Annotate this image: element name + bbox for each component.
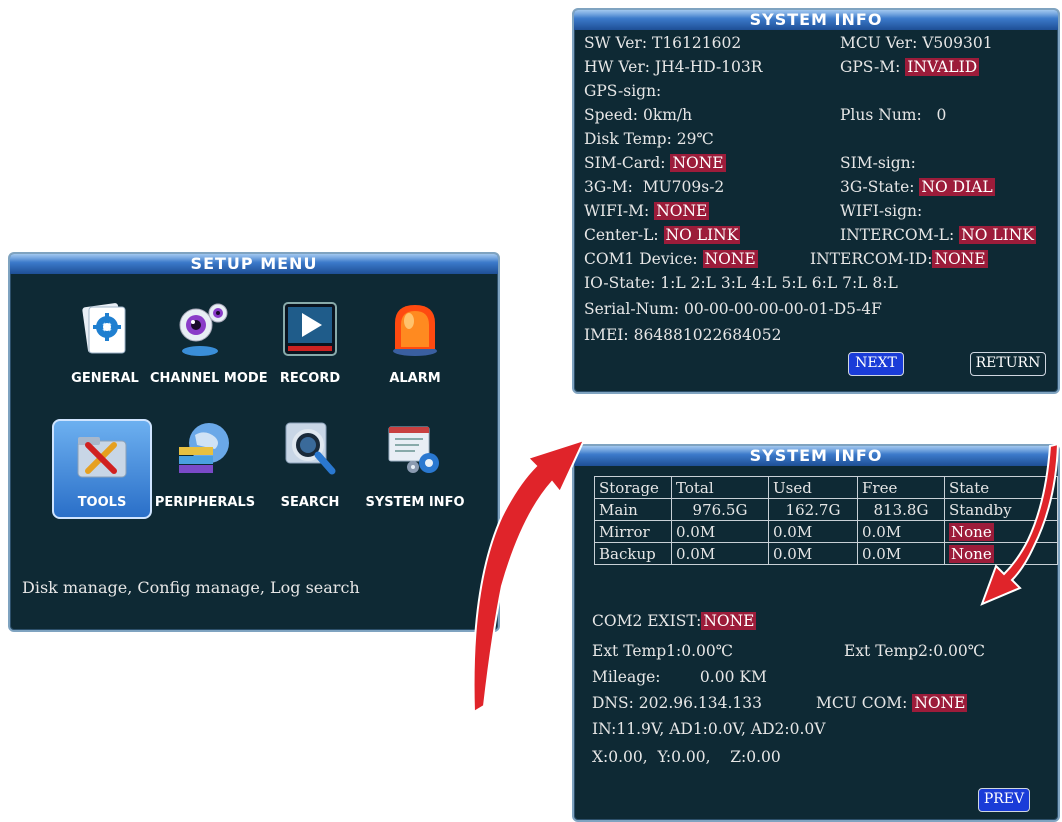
cell-free: 813.8G — [857, 498, 945, 521]
setup-menu-panel: SETUP MENU GENERAL CHANNEL MODE RECORD A… — [8, 252, 500, 632]
alarm-siren-icon — [393, 305, 437, 356]
menu-label-system-info: SYSTEM INFO — [365, 495, 465, 510]
menu-item-general[interactable]: GENERAL — [50, 299, 160, 399]
arrow-to-system-info — [472, 438, 586, 714]
system-info-icon — [388, 426, 439, 473]
cell-total: 0.0M — [671, 542, 769, 565]
mcu-com: MCU COM: NONE — [816, 694, 968, 712]
3g-state: 3G-State: NO DIAL — [840, 178, 995, 196]
cell-total: 0.0M — [671, 520, 769, 543]
wifi-module: WIFI-M: NONE — [584, 202, 710, 220]
sim-signal: SIM-sign: — [840, 154, 916, 172]
mileage: Mileage: 0.00 KM — [592, 668, 767, 686]
cell-free: 0.0M — [857, 520, 945, 543]
menu-label-record: RECORD — [279, 371, 341, 386]
com1-device-status: NONE — [702, 250, 758, 268]
cell-storage: Mirror — [594, 520, 672, 543]
setup-menu-title: SETUP MENU — [10, 254, 498, 274]
gps-signal: GPS-sign: — [584, 82, 662, 100]
plus-num: Plus Num: 0 — [840, 106, 947, 124]
menu-item-tools[interactable]: TOOLS — [52, 419, 152, 519]
general-settings-icon — [82, 303, 126, 354]
gps-module-label: GPS-M: — [840, 58, 906, 76]
mcu-com-label: MCU COM: — [816, 694, 913, 712]
wifi-module-status: NONE — [654, 202, 710, 220]
mcu-version: MCU Ver: V509301 — [840, 34, 993, 52]
intercom-id: INTERCOM-ID: NONE — [810, 250, 988, 268]
header-used: Used — [768, 476, 858, 499]
header-storage: Storage — [594, 476, 672, 499]
voltages: IN:11.9V, AD1:0.0V, AD2:0.0V — [592, 720, 826, 738]
webcam-icon — [179, 303, 228, 356]
prev-button[interactable]: PREV — [978, 788, 1030, 812]
intercom-id-status: NONE — [932, 250, 988, 268]
disk-temp: Disk Temp: 29℃ — [584, 130, 714, 148]
menu-label-general: GENERAL — [71, 371, 139, 386]
return-button[interactable]: RETURN — [970, 352, 1046, 376]
com2-exist-status: NONE — [701, 612, 757, 630]
accelerometer-xyz: X:0.00, Y:0.00, Z:0.00 — [592, 748, 781, 766]
com1-device-label: COM1 Device: — [584, 250, 703, 268]
play-icon — [283, 302, 337, 356]
menu-item-alarm[interactable]: ALARM — [360, 299, 470, 399]
cell-used: 162.7G — [768, 498, 858, 521]
header-total: Total — [671, 476, 769, 499]
menu-item-search[interactable]: SEARCH — [255, 419, 365, 519]
menu-label-tools: TOOLS — [77, 495, 127, 510]
peripherals-icon — [179, 423, 229, 473]
serial-num: Serial-Num: 00-00-00-00-00-01-D5-4F — [584, 300, 882, 318]
hw-version: HW Ver: JH4-HD-103R — [584, 58, 763, 76]
dns: DNS: 202.96.134.133 — [592, 694, 763, 712]
header-free: Free — [857, 476, 945, 499]
3g-state-status: NO DIAL — [919, 178, 995, 196]
center-link: Center-L: NO LINK — [584, 226, 741, 244]
3g-state-label: 3G-State: — [840, 178, 920, 196]
menu-description: Disk manage, Config manage, Log search — [22, 578, 360, 597]
speed: Speed: 0km/h — [584, 106, 693, 124]
sim-card: SIM-Card: NONE — [584, 154, 726, 172]
menu-item-record[interactable]: RECORD — [255, 299, 365, 399]
sim-card-status: NONE — [670, 154, 726, 172]
search-icon — [285, 422, 336, 475]
menu-item-peripherals[interactable]: PERIPHERALS — [150, 419, 260, 519]
cell-free: 0.0M — [857, 542, 945, 565]
mcu-com-status: NONE — [912, 694, 968, 712]
cell-storage: Backup — [594, 542, 672, 565]
cell-used: 0.0M — [768, 542, 858, 565]
imei: IMEI: 864881022684052 — [584, 326, 782, 344]
com1-device: COM1 Device: NONE — [584, 250, 758, 268]
menu-label-peripherals: PERIPHERALS — [154, 495, 256, 510]
system-info-panel-1: SYSTEM INFO SW Ver: T16121602 MCU Ver: V… — [572, 8, 1060, 394]
cell-total: 976.5G — [671, 498, 769, 521]
menu-label-search: SEARCH — [280, 495, 340, 510]
system-info-title-1: SYSTEM INFO — [574, 10, 1058, 30]
menu-item-channel-mode[interactable]: CHANNEL MODE — [150, 299, 268, 399]
gps-module: GPS-M: INVALID — [840, 58, 980, 76]
com2-exist: COM2 EXIST: NONE — [592, 612, 757, 630]
intercom-link-label: INTERCOM-L: — [840, 226, 960, 244]
cell-storage: Main — [594, 498, 672, 521]
cell-used: 0.0M — [768, 520, 858, 543]
intercom-link-status: NO LINK — [959, 226, 1036, 244]
menu-label-alarm: ALARM — [389, 371, 441, 386]
intercom-link: INTERCOM-L: NO LINK — [840, 226, 1036, 244]
wifi-module-label: WIFI-M: — [584, 202, 655, 220]
sim-card-label: SIM-Card: — [584, 154, 671, 172]
gps-module-status: INVALID — [905, 58, 980, 76]
center-link-label: Center-L: — [584, 226, 664, 244]
wifi-signal: WIFI-sign: — [840, 202, 923, 220]
ext-temp1: Ext Temp1:0.00℃ — [592, 642, 734, 660]
ext-temp2: Ext Temp2:0.00℃ — [844, 642, 986, 660]
sw-version: SW Ver: T16121602 — [584, 34, 742, 52]
tools-icon — [77, 437, 127, 478]
io-state: IO-State: 1:L 2:L 3:L 4:L 5:L 6:L 7:L 8:… — [584, 274, 898, 292]
menu-item-system-info[interactable]: SYSTEM INFO — [360, 419, 470, 519]
3g-module: 3G-M: MU709s-2 — [584, 178, 725, 196]
center-link-status: NO LINK — [663, 226, 741, 244]
com2-exist-label: COM2 EXIST: — [592, 612, 702, 630]
arrow-to-state-cell — [980, 442, 1060, 606]
next-button[interactable]: NEXT — [848, 352, 904, 376]
menu-label-channel-mode: CHANNEL MODE — [150, 371, 268, 386]
intercom-id-label: INTERCOM-ID: — [810, 250, 933, 268]
